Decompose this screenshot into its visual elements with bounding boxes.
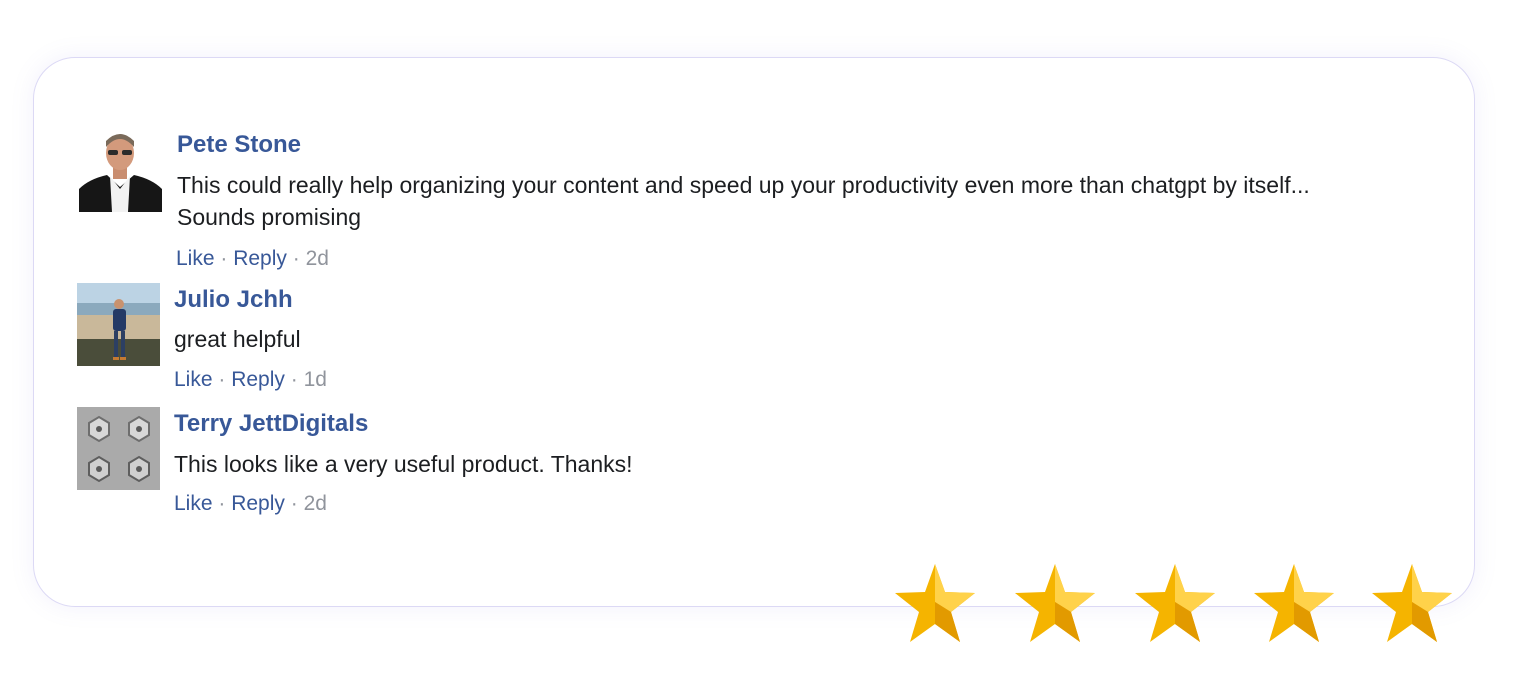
separator-dot: ·: [218, 492, 232, 515]
avatar[interactable]: [77, 283, 160, 366]
star-icon: [1013, 562, 1097, 644]
comment-text-line: great helpful: [174, 326, 301, 352]
comment-timestamp: 1d: [303, 368, 327, 391]
reply-link[interactable]: Reply: [231, 492, 285, 515]
separator-dot: ·: [290, 368, 304, 391]
separator-dot: ·: [218, 368, 232, 391]
avatar[interactable]: [79, 129, 162, 212]
like-link[interactable]: Like: [174, 492, 213, 515]
reply-link[interactable]: Reply: [231, 368, 285, 391]
avatar-photo: [79, 129, 162, 212]
avatar-photo: [77, 283, 160, 366]
avatar[interactable]: [77, 407, 160, 490]
comment-actions: Like · Reply · 2d: [174, 492, 327, 516]
separator-dot: ·: [220, 247, 234, 270]
comment-text-line: This looks like a very useful product. T…: [174, 451, 633, 477]
star-rating: [893, 562, 1459, 646]
star-icon: [1133, 562, 1217, 644]
star-icon: [1370, 562, 1454, 644]
comment-author[interactable]: Pete Stone: [177, 131, 301, 159]
comment-actions: Like · Reply · 2d: [176, 247, 329, 271]
separator-dot: ·: [292, 247, 306, 270]
like-link[interactable]: Like: [174, 368, 213, 391]
avatar-photo: [77, 407, 160, 490]
comment-timestamp: 2d: [303, 492, 327, 515]
comment-author[interactable]: Julio Jchh: [174, 286, 293, 314]
comment-text-line: This could really help organizing your c…: [177, 172, 1310, 198]
comment-actions: Like · Reply · 1d: [174, 368, 327, 392]
separator-dot: ·: [290, 492, 304, 515]
reply-link[interactable]: Reply: [233, 247, 287, 270]
comment-timestamp: 2d: [305, 247, 329, 270]
star-icon: [1252, 562, 1336, 644]
comment-text-line: Sounds promising: [177, 204, 362, 230]
like-link[interactable]: Like: [176, 247, 215, 270]
star-icon: [893, 562, 977, 644]
comment-author[interactable]: Terry JettDigitals: [174, 410, 368, 438]
